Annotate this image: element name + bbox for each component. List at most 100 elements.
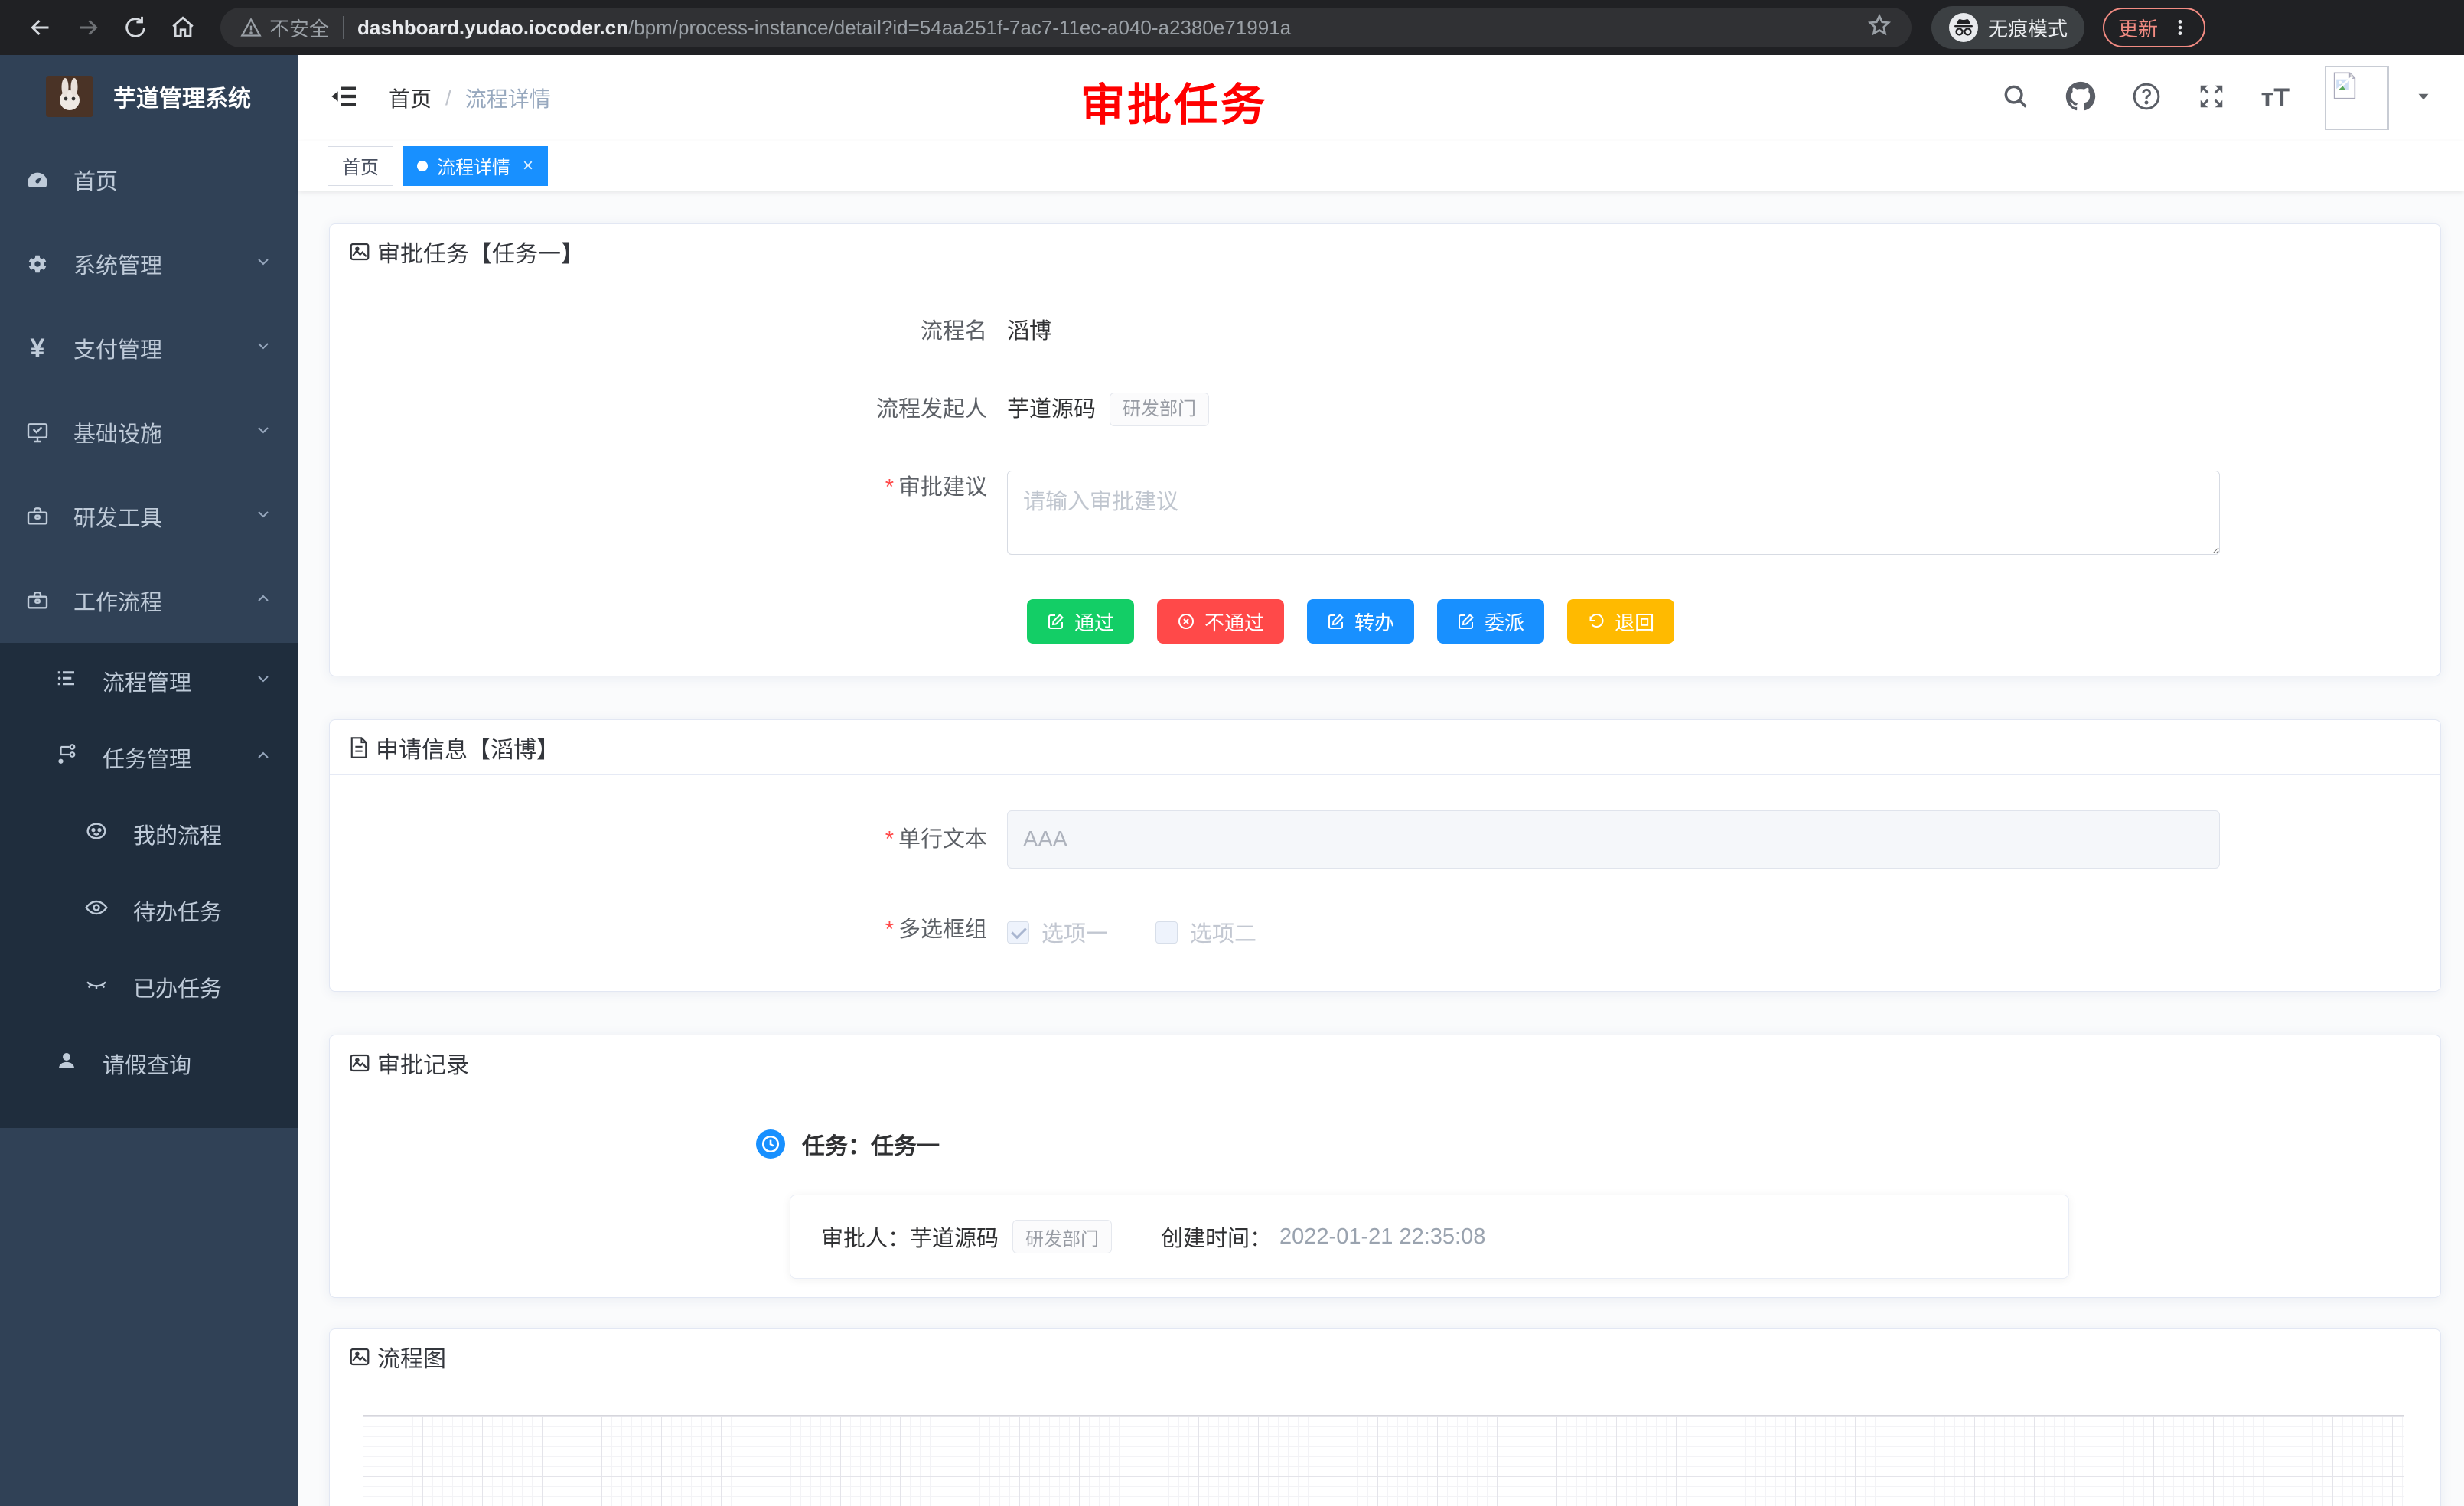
picture-icon — [348, 1051, 371, 1074]
dept-tag: 研发部门 — [1110, 393, 1209, 426]
return-button[interactable]: 退回 — [1567, 599, 1674, 644]
bpmn-canvas[interactable] — [363, 1415, 2404, 1506]
flow-chart-card-header: 流程图 — [330, 1329, 2440, 1384]
browser-reload-icon[interactable] — [112, 8, 159, 47]
browser-forward-icon[interactable] — [64, 8, 112, 47]
process-name-value: 滔博 — [1007, 315, 1051, 348]
dashboard-icon — [24, 168, 51, 192]
checkbox-group-label: *多选框组 — [330, 913, 1007, 947]
button-label: 通过 — [1074, 608, 1114, 636]
breadcrumb-separator: / — [445, 86, 451, 110]
chevron-down-icon — [254, 252, 272, 277]
edit-icon — [1457, 612, 1475, 631]
app-title: 芋道管理系统 — [113, 80, 251, 113]
sidebar-item-label: 首页 — [73, 164, 272, 196]
browser-menu-icon[interactable] — [2170, 18, 2190, 37]
address-bar[interactable]: 不安全 dashboard.yudao.iocoder.cn/bpm/proce… — [220, 8, 1912, 47]
incognito-badge: 无痕模式 — [1931, 6, 2084, 49]
sidebar-item-done-tasks[interactable]: 已办任务 — [0, 949, 298, 1025]
edit-icon — [1047, 612, 1065, 631]
browser-home-icon[interactable] — [159, 8, 207, 47]
eye-closed-icon — [84, 972, 109, 1002]
app-logo-row[interactable]: 芋道管理系统 — [0, 55, 298, 138]
application-info-card-header: 申请信息【滔博】 — [330, 720, 2440, 775]
fullscreen-icon[interactable] — [2197, 82, 2226, 115]
url-text: dashboard.yudao.iocoder.cn/bpm/process-i… — [357, 16, 1291, 40]
suggestion-row: *审批建议 — [330, 471, 2440, 555]
workflow-submenu: 流程管理 任务管理 我的流程 待办任务 — [0, 643, 298, 1128]
tab-process-detail[interactable]: 流程详情 × — [403, 146, 548, 186]
suggestion-textarea[interactable] — [1007, 471, 2220, 555]
tab-label: 流程详情 — [437, 152, 510, 179]
record-task-row: 任务：任务一 — [330, 1127, 2440, 1161]
process-name-label: 流程名 — [330, 315, 1007, 348]
breadcrumb: 首页 / 流程详情 — [389, 83, 551, 113]
face-icon — [84, 819, 109, 849]
approver-value: 芋道源码 — [910, 1221, 999, 1253]
annotation-overlay: 审批任务 — [1080, 69, 1267, 133]
initiator-row: 流程发起人 芋道源码 研发部门 — [330, 393, 2440, 426]
required-asterisk: * — [885, 475, 894, 500]
approval-task-card-header: 审批任务【任务一】 — [330, 224, 2440, 279]
sidebar-item-label: 工作流程 — [73, 585, 254, 617]
document-icon — [348, 736, 370, 759]
button-label: 转办 — [1354, 608, 1394, 636]
sidebar: 芋道管理系统 首页 系统管理 ¥ 支付管理 基础设施 — [0, 55, 298, 1506]
breadcrumb-home[interactable]: 首页 — [389, 83, 432, 113]
sidebar-item-leave-query[interactable]: 请假查询 — [0, 1025, 298, 1102]
chevron-up-icon — [254, 745, 272, 771]
process-name-row: 流程名 滔博 — [330, 315, 2440, 348]
chevron-down-icon — [254, 420, 272, 445]
sidebar-item-devtools[interactable]: 研发工具 — [0, 474, 298, 559]
warning-icon — [240, 17, 262, 38]
delegate-button[interactable]: 委派 — [1437, 599, 1544, 644]
transfer-button[interactable]: 转办 — [1307, 599, 1414, 644]
sidebar-item-workflow[interactable]: 工作流程 — [0, 559, 298, 643]
avatar[interactable] — [2325, 66, 2389, 130]
sidebar-item-task-mgmt[interactable]: 任务管理 — [0, 719, 298, 796]
bookmark-star-icon[interactable] — [1867, 13, 1892, 43]
search-icon[interactable] — [2001, 82, 2030, 115]
approve-button[interactable]: 通过 — [1027, 599, 1134, 644]
browser-toolbar: 不安全 dashboard.yudao.iocoder.cn/bpm/proce… — [0, 0, 2464, 55]
created-time-value: 2022-01-21 22:35:08 — [1279, 1224, 1485, 1250]
tab-home[interactable]: 首页 — [328, 146, 393, 186]
checkbox-option-2[interactable]: 选项二 — [1155, 916, 1256, 948]
sidebar-item-home[interactable]: 首页 — [0, 138, 298, 222]
approval-record-card-header: 审批记录 — [330, 1035, 2440, 1090]
button-label: 委派 — [1485, 608, 1524, 636]
sidebar-item-infra[interactable]: 基础设施 — [0, 390, 298, 474]
reject-button[interactable]: 不通过 — [1157, 599, 1284, 644]
sidebar-item-my-process[interactable]: 我的流程 — [0, 796, 298, 872]
undo-icon — [1587, 612, 1605, 631]
required-asterisk: * — [885, 918, 894, 942]
sidebar-item-label: 研发工具 — [73, 500, 254, 533]
security-indicator[interactable]: 不安全 — [240, 14, 329, 42]
browser-update-button[interactable]: 更新 — [2103, 8, 2205, 47]
checkbox-option-1[interactable]: 选项一 — [1007, 916, 1108, 948]
hamburger-icon[interactable] — [329, 81, 360, 116]
single-text-label: *单行文本 — [330, 810, 1007, 869]
dept-tag: 研发部门 — [1012, 1220, 1112, 1253]
browser-back-icon[interactable] — [17, 8, 64, 47]
sidebar-item-todo-tasks[interactable]: 待办任务 — [0, 872, 298, 949]
checkbox-label: 选项一 — [1041, 916, 1108, 948]
github-icon[interactable] — [2065, 81, 2096, 116]
sidebar-item-system[interactable]: 系统管理 — [0, 222, 298, 306]
initiator-value: 芋道源码 — [1007, 393, 1096, 426]
page-content: 审批任务【任务一】 流程名 滔博 流程发起人 芋道源码 研发部门 — [298, 191, 2464, 1506]
sidebar-item-process-mgmt[interactable]: 流程管理 — [0, 643, 298, 719]
chevron-up-icon — [254, 588, 272, 614]
card-title: 审批任务【任务一】 — [377, 235, 584, 269]
suggestion-label: *审批建议 — [330, 471, 1007, 504]
broken-image-icon — [2329, 70, 2360, 101]
font-size-icon[interactable]: ᴛT — [2261, 83, 2290, 113]
sidebar-item-payment[interactable]: ¥ 支付管理 — [0, 306, 298, 390]
app-logo — [46, 76, 93, 117]
list-icon — [55, 667, 78, 696]
help-icon[interactable] — [2131, 81, 2162, 116]
avatar-caret-icon[interactable] — [2413, 86, 2433, 110]
yen-icon: ¥ — [24, 334, 51, 363]
single-text-input[interactable] — [1007, 810, 2220, 869]
tab-close-icon[interactable]: × — [523, 155, 533, 177]
